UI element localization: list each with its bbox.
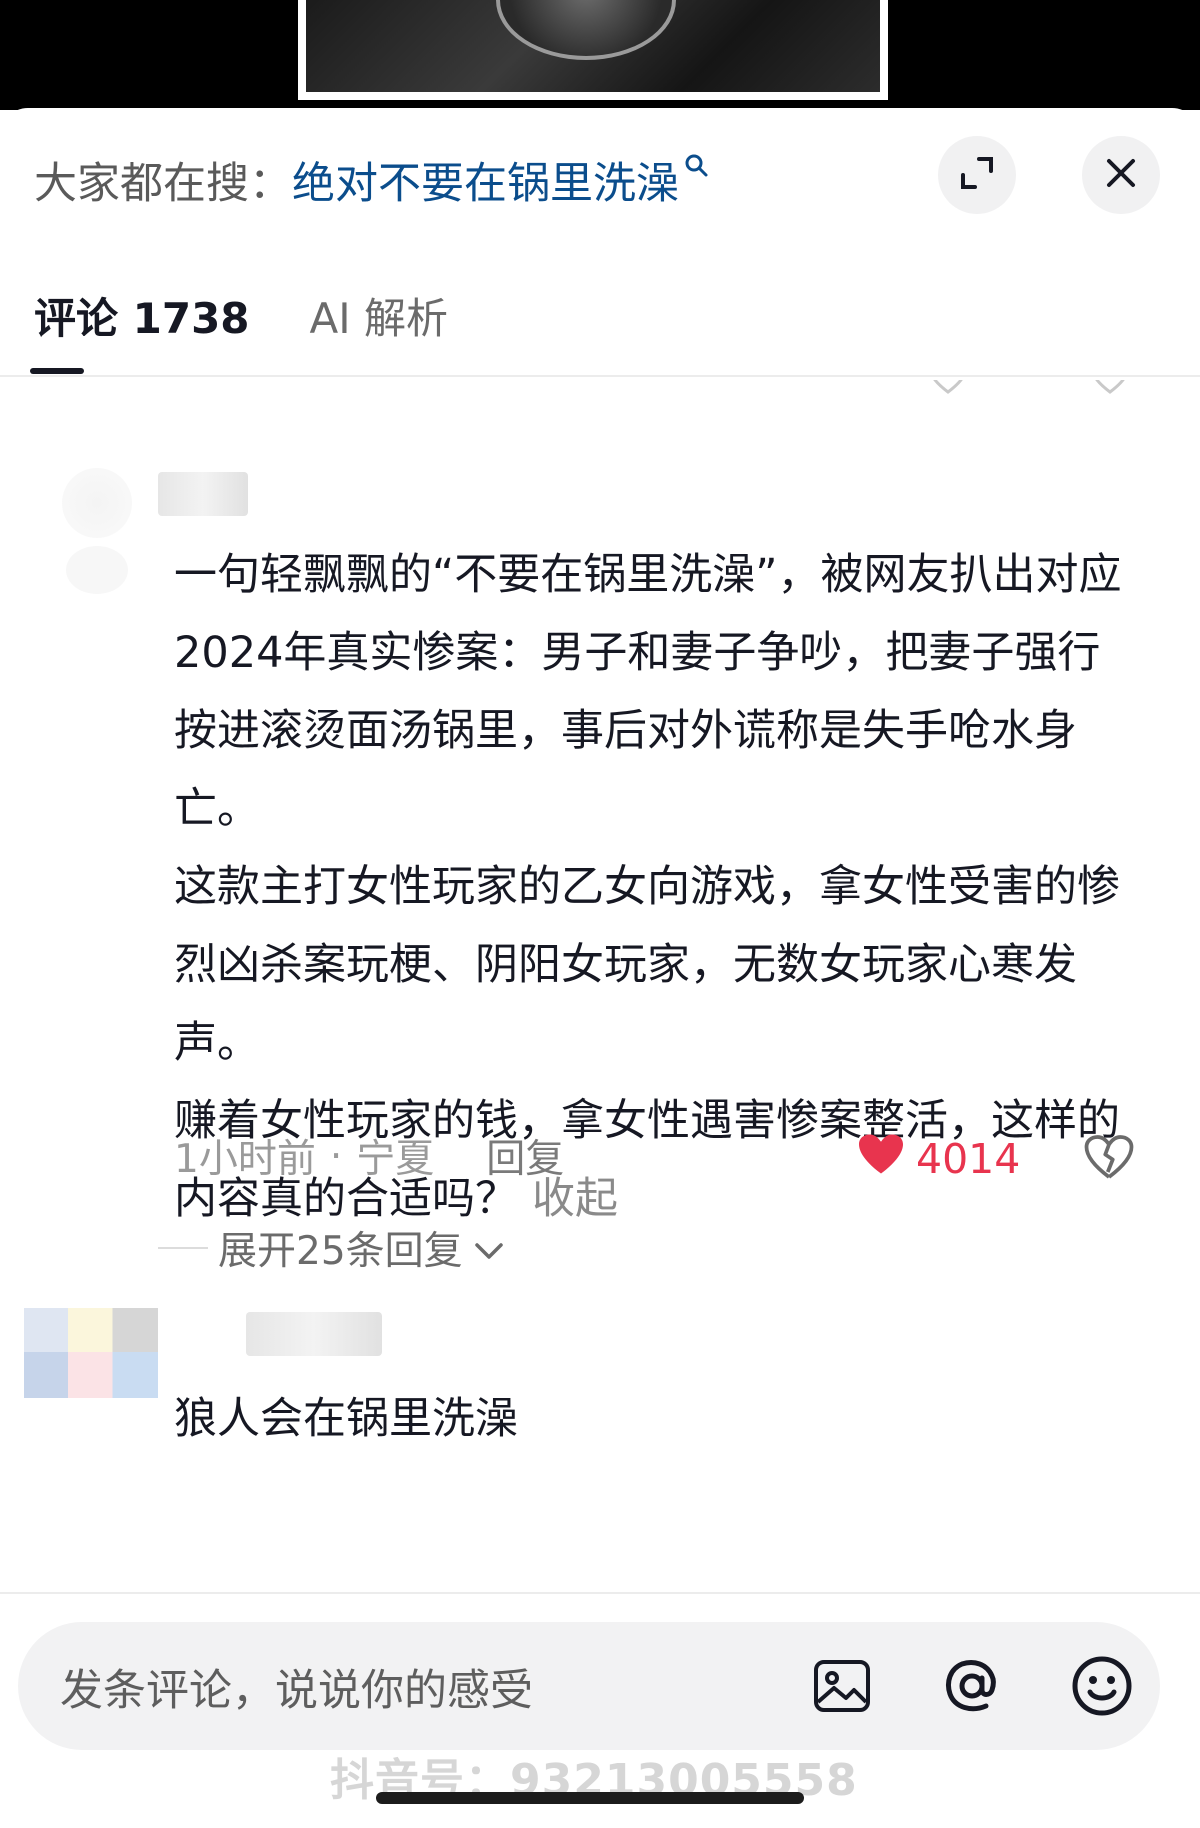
image-icon[interactable] bbox=[806, 1650, 878, 1722]
search-icon bbox=[683, 152, 709, 185]
emoji-icon[interactable] bbox=[1066, 1650, 1138, 1722]
comment-time: 1小时前 bbox=[174, 1137, 316, 1182]
tab-ai-analysis[interactable]: AI 解析 bbox=[310, 285, 448, 346]
tab-bar: 评论 1738 AI 解析 bbox=[34, 280, 448, 350]
comment-text: 狼人会在锅里洗澡 bbox=[174, 1394, 518, 1444]
like-count: 4014 bbox=[916, 1135, 1021, 1183]
close-icon bbox=[1103, 155, 1139, 195]
chevron-down-icon bbox=[473, 1226, 505, 1271]
comment-list[interactable]: 一句轻飘飘的“不要在锅里洗澡”，被网友扒出对应2024年真实惨案：男子和妻子争吵… bbox=[0, 380, 1200, 1590]
home-indicator bbox=[376, 1792, 804, 1804]
close-button[interactable] bbox=[1082, 136, 1160, 214]
comment-input[interactable]: 发条评论，说说你的感受 bbox=[18, 1622, 1160, 1750]
dislike-icon bbox=[1090, 380, 1130, 403]
search-term-link[interactable]: 绝对不要在锅里洗澡 bbox=[292, 149, 679, 211]
heart-outline-icon bbox=[928, 380, 968, 403]
active-tab-indicator bbox=[30, 368, 84, 374]
heart-filled-icon bbox=[856, 1132, 906, 1186]
video-thumbnail bbox=[298, 0, 888, 100]
meta-separator: · bbox=[329, 1133, 343, 1179]
avatar-small bbox=[66, 546, 128, 594]
comment-body: 一句轻飘飘的“不要在锅里洗澡”，被网友扒出对应2024年真实惨案：男子和妻子争吵… bbox=[174, 550, 1122, 1224]
tab-comments[interactable]: 评论 1738 bbox=[34, 285, 250, 346]
expand-replies-button[interactable]: 展开25条回复 bbox=[158, 1218, 505, 1278]
reply-button[interactable]: 回复 bbox=[486, 1128, 564, 1184]
avatar[interactable] bbox=[62, 468, 132, 538]
username-blurred[interactable] bbox=[158, 472, 248, 516]
expand-icon bbox=[957, 153, 997, 197]
dislike-button[interactable] bbox=[1084, 1134, 1134, 1184]
bowl-image bbox=[496, 0, 676, 60]
like-button[interactable]: 4014 bbox=[856, 1132, 1020, 1186]
search-prefix: 大家都在搜： bbox=[34, 159, 292, 209]
comment-input-placeholder: 发条评论，说说你的感受 bbox=[60, 1666, 533, 1716]
previous-comment-meta bbox=[0, 380, 1200, 402]
avatar-lower bbox=[24, 1352, 158, 1398]
expand-button[interactable] bbox=[938, 136, 1016, 214]
broken-heart-icon bbox=[1084, 1135, 1134, 1179]
comment-meta: 1小时前 · 宁夏 回复 bbox=[174, 1126, 564, 1186]
bottom-divider bbox=[0, 1592, 1200, 1594]
tab-divider bbox=[0, 375, 1200, 377]
reply-line bbox=[158, 1247, 208, 1249]
video-preview[interactable] bbox=[0, 0, 1200, 110]
search-suggestion[interactable]: 大家都在搜： 绝对不要在锅里洗澡 bbox=[34, 148, 709, 212]
comment-meta-cutoff bbox=[174, 1468, 186, 1513]
comments-sheet: 大家都在搜： 绝对不要在锅里洗澡 评论 1738 AI 解析 一句轻飘飘的“不要… bbox=[0, 108, 1200, 1828]
at-icon[interactable] bbox=[936, 1650, 1008, 1722]
expand-replies-label: 展开25条回复 bbox=[218, 1229, 463, 1274]
comment-location: 宁夏 bbox=[356, 1137, 435, 1182]
username-blurred[interactable] bbox=[246, 1312, 382, 1356]
